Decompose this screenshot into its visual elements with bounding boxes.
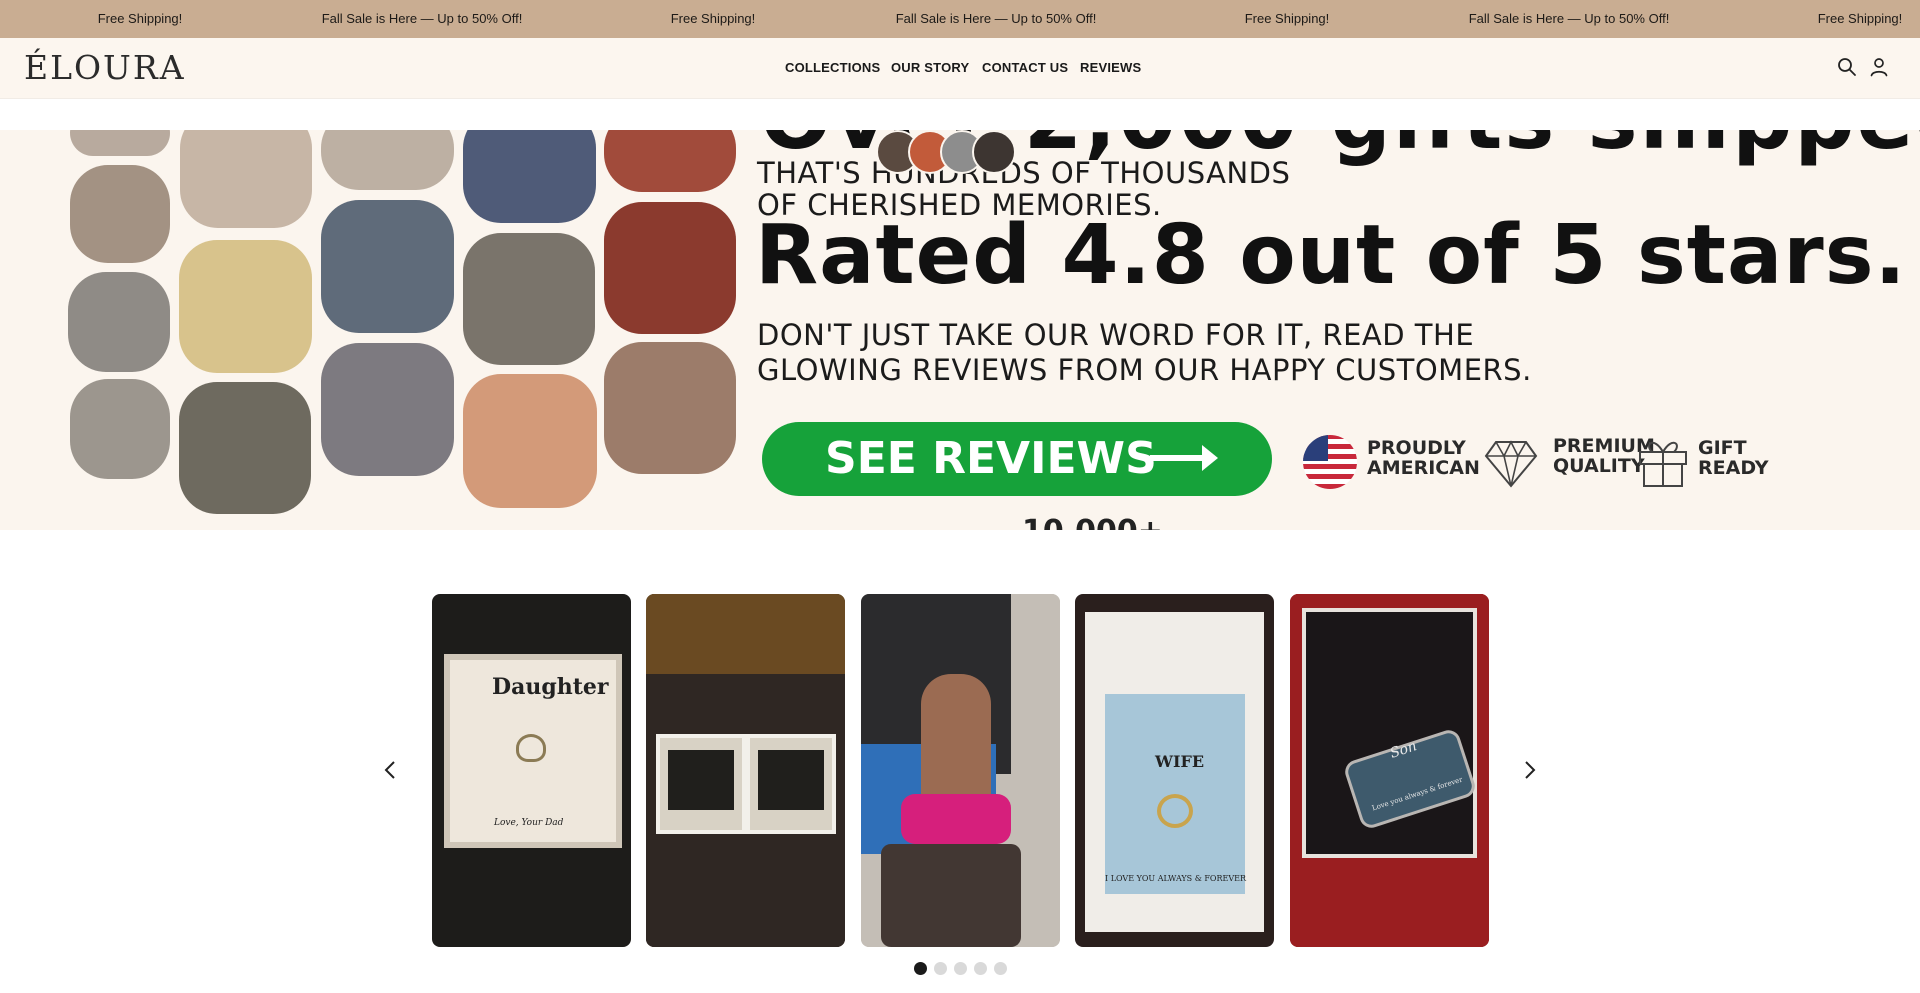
chevron-left-icon[interactable]	[376, 756, 404, 784]
carousel-card[interactable]: Daughter Love, Your Dad	[432, 594, 631, 947]
see-reviews-label: SEE REVIEWS	[825, 433, 1157, 484]
pagination-dot[interactable]	[914, 962, 927, 975]
nav-collections[interactable]: COLLECTIONS	[785, 60, 880, 75]
main-nav: COLLECTIONS OUR STORY CONTACT US REVIEWS	[0, 38, 1920, 98]
announcement-item: Free Shipping!	[670, 11, 756, 26]
announcement-item: Fall Sale is Here — Up to 50% Off!	[895, 11, 1097, 26]
pagination-dot[interactable]	[954, 962, 967, 975]
badge-text: PROUDLY	[1367, 437, 1466, 459]
customer-photo	[70, 379, 170, 479]
nav-contact-us[interactable]: CONTACT US	[982, 60, 1068, 75]
badge-text: READY	[1698, 457, 1769, 479]
announcement-item: Free Shipping!	[97, 11, 183, 26]
customer-photo	[463, 233, 595, 365]
carousel-pagination	[0, 962, 1920, 976]
customer-photo	[70, 165, 170, 263]
carousel-card[interactable]	[646, 594, 845, 947]
customer-photo	[68, 272, 170, 372]
customer-photo	[604, 130, 736, 192]
review-carousel: Daughter Love, Your Dad WIFE I LOVE YOU …	[0, 594, 1920, 948]
badge-text: GIFT	[1698, 437, 1747, 459]
nav-our-story[interactable]: OUR STORY	[891, 60, 969, 75]
gift-icon	[1634, 426, 1692, 496]
rating-headline: Rated 4.8 out of 5 stars.	[755, 208, 1907, 303]
hero-banner: Over 2,000 gifts shipped. THAT'S HUNDRED…	[0, 130, 1920, 530]
see-reviews-button[interactable]: SEE REVIEWS	[762, 422, 1272, 496]
pagination-dot[interactable]	[974, 962, 987, 975]
badge-text: AMERICAN	[1367, 457, 1480, 479]
divider-strip	[0, 98, 1920, 130]
heart-pendant-icon	[1157, 794, 1193, 828]
customer-photo	[179, 382, 311, 514]
diamond-icon	[1482, 426, 1540, 496]
announcement-item: Fall Sale is Here — Up to 50% Off!	[321, 11, 523, 26]
customer-photo	[321, 130, 454, 190]
customer-photo	[321, 200, 454, 333]
hero-subline: THAT'S HUNDREDS OF THOUSANDS	[757, 156, 1291, 190]
customer-count: 10,000+	[1022, 514, 1163, 530]
announcement-item: Fall Sale is Here — Up to 50% Off!	[1468, 11, 1670, 26]
announcement-bar: Free Shipping! Fall Sale is Here — Up to…	[0, 0, 1920, 38]
customer-photo	[179, 240, 312, 373]
card-title: WIFE	[1155, 752, 1205, 771]
customer-photo	[70, 130, 170, 156]
nav-reviews[interactable]: REVIEWS	[1080, 60, 1141, 75]
customer-photo	[463, 130, 596, 223]
carousel-card[interactable]: Son Love you always & forever	[1290, 594, 1489, 947]
card-signoff: I LOVE YOU ALWAYS & FOREVER	[1105, 874, 1246, 883]
pagination-dot[interactable]	[994, 962, 1007, 975]
hero-body: DON'T JUST TAKE OUR WORD FOR IT, READ TH…	[757, 318, 1475, 352]
avatar	[972, 130, 1016, 174]
customer-photo	[463, 374, 597, 508]
carousel-card[interactable]: WIFE I LOVE YOU ALWAYS & FOREVER	[1075, 594, 1274, 947]
site-header: ÉLOURA COLLECTIONS OUR STORY CONTACT US …	[0, 38, 1920, 98]
card-signoff: Love, Your Dad	[494, 818, 564, 828]
search-icon[interactable]	[1836, 56, 1858, 78]
pagination-dot[interactable]	[934, 962, 947, 975]
card-title: Daughter	[492, 674, 609, 700]
customer-photo	[604, 342, 736, 474]
carousel-card[interactable]	[861, 594, 1060, 947]
account-icon[interactable]	[1868, 56, 1890, 78]
heart-pendant-icon	[516, 734, 546, 762]
customer-photo	[180, 130, 312, 228]
announcement-item: Free Shipping!	[1817, 11, 1903, 26]
customer-photo	[321, 343, 454, 476]
customer-photo	[604, 202, 736, 334]
arrow-right-icon	[1150, 445, 1218, 471]
hero-body: GLOWING REVIEWS FROM OUR HAPPY CUSTOMERS…	[757, 353, 1532, 387]
us-flag-icon	[1302, 426, 1357, 496]
announcement-item: Free Shipping!	[1244, 11, 1330, 26]
chevron-right-icon[interactable]	[1516, 756, 1544, 784]
badge-text: QUALITY	[1553, 455, 1645, 477]
